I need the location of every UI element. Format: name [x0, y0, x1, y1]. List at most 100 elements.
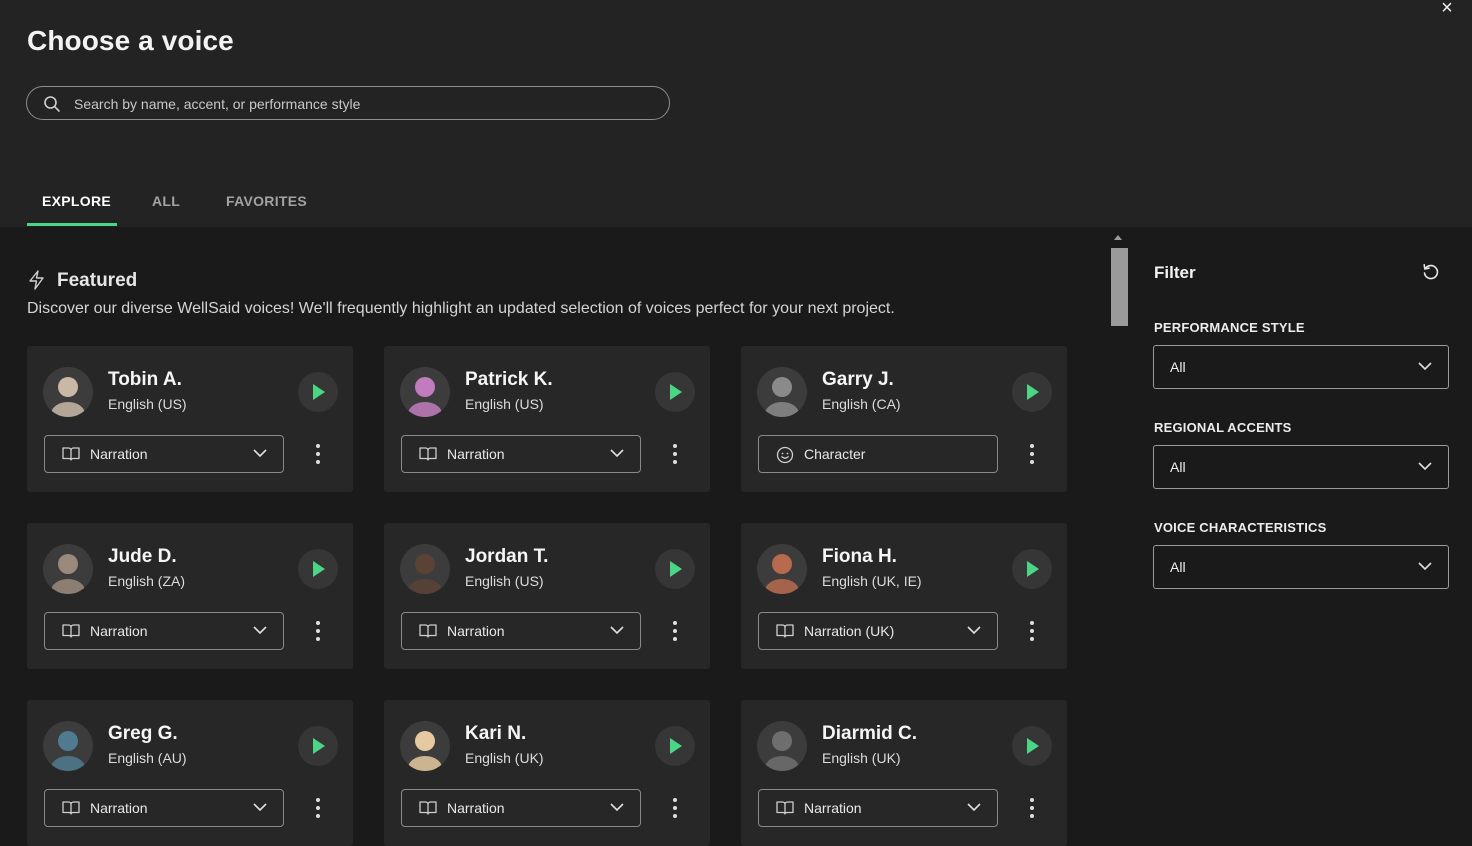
book-icon	[419, 624, 437, 638]
search-input[interactable]	[72, 93, 656, 115]
chevron-down-icon	[253, 449, 267, 458]
play-button[interactable]	[298, 726, 338, 766]
more-options-icon[interactable]	[1023, 796, 1041, 820]
play-button[interactable]	[655, 726, 695, 766]
avatar	[757, 544, 807, 594]
performance-style-dropdown[interactable]: Narration	[44, 435, 284, 473]
performance-style-dropdown[interactable]: Narration	[401, 612, 641, 650]
voice-accent: English (US)	[465, 396, 544, 412]
voice-card[interactable]: Fiona H. English (UK, IE) Narration (UK)	[741, 523, 1067, 669]
more-options-icon[interactable]	[1023, 442, 1041, 466]
performance-style-label: Narration	[804, 800, 862, 816]
more-options-icon[interactable]	[666, 442, 684, 466]
filter-label-performance-style: PERFORMANCE STYLE	[1154, 320, 1305, 335]
play-icon	[1027, 384, 1039, 400]
voice-card[interactable]: Kari N. English (UK) Narration	[384, 700, 710, 846]
search-box[interactable]	[26, 86, 670, 120]
voice-name: Tobin A.	[108, 369, 182, 390]
avatar	[757, 367, 807, 417]
play-icon	[1027, 561, 1039, 577]
voice-card[interactable]: Garry J. English (CA) Character	[741, 346, 1067, 492]
play-button[interactable]	[298, 372, 338, 412]
voice-card[interactable]: Greg G. English (AU) Narration	[27, 700, 353, 846]
play-button[interactable]	[1012, 372, 1052, 412]
more-options-icon[interactable]	[309, 619, 327, 643]
filter-title: Filter	[1154, 263, 1196, 282]
performance-style-select[interactable]: All	[1153, 345, 1449, 389]
avatar	[43, 367, 93, 417]
section-description: Discover our diverse WellSaid voices! We…	[27, 300, 895, 317]
play-button[interactable]	[655, 549, 695, 589]
voice-accent: English (US)	[465, 573, 544, 589]
performance-style-dropdown[interactable]: Narration	[44, 612, 284, 650]
dialog-title: Choose a voice	[27, 25, 234, 56]
chevron-down-icon	[967, 626, 981, 635]
avatar	[757, 721, 807, 771]
play-button[interactable]	[298, 549, 338, 589]
voice-name: Garry J.	[822, 369, 894, 390]
close-button[interactable]: ×	[1436, 0, 1458, 18]
play-icon	[670, 384, 682, 400]
voice-card[interactable]: Diarmid C. English (UK) Narration	[741, 700, 1067, 846]
performance-style-dropdown[interactable]: Narration	[401, 435, 641, 473]
performance-style-dropdown[interactable]: Narration (UK)	[758, 612, 998, 650]
more-options-icon[interactable]	[309, 796, 327, 820]
reset-icon[interactable]	[1421, 262, 1441, 282]
more-options-icon[interactable]	[1023, 619, 1041, 643]
voice-card[interactable]: Tobin A. English (US) Narration	[27, 346, 353, 492]
lightning-icon	[29, 270, 44, 290]
performance-style-label: Narration	[90, 446, 148, 462]
chevron-down-icon	[253, 626, 267, 635]
performance-style-label: Narration	[90, 623, 148, 639]
play-icon	[670, 738, 682, 754]
play-button[interactable]	[1012, 726, 1052, 766]
performance-style-label: Narration (UK)	[804, 623, 895, 639]
chevron-down-icon	[610, 449, 624, 458]
book-icon	[776, 801, 794, 815]
voice-accent: English (US)	[108, 396, 187, 412]
performance-style-label: Narration	[447, 446, 505, 462]
performance-style-label: Narration	[447, 623, 505, 639]
performance-style-dropdown[interactable]: Narration	[401, 789, 641, 827]
select-value: All	[1170, 459, 1186, 475]
play-button[interactable]	[1012, 549, 1052, 589]
active-tab-indicator	[27, 223, 117, 226]
more-options-icon[interactable]	[666, 619, 684, 643]
voice-accent: English (UK)	[465, 750, 544, 766]
voice-characteristics-select[interactable]: All	[1153, 545, 1449, 589]
book-icon	[776, 624, 794, 638]
voice-accent: English (UK, IE)	[822, 573, 922, 589]
scroll-up-arrow-icon[interactable]	[1114, 235, 1122, 240]
book-icon	[62, 801, 80, 815]
play-icon	[313, 738, 325, 754]
more-options-icon[interactable]	[309, 442, 327, 466]
voice-name: Greg G.	[108, 723, 178, 744]
performance-style-label: Narration	[90, 800, 148, 816]
performance-style-dropdown[interactable]: Narration	[758, 789, 998, 827]
play-button[interactable]	[655, 372, 695, 412]
avatar	[43, 544, 93, 594]
voice-name: Jordan T.	[465, 546, 549, 567]
book-icon	[62, 447, 80, 461]
voice-card[interactable]: Jude D. English (ZA) Narration	[27, 523, 353, 669]
play-icon	[670, 561, 682, 577]
tab-all[interactable]: ALL	[152, 193, 180, 209]
regional-accents-select[interactable]: All	[1153, 445, 1449, 489]
performance-style-dropdown[interactable]: Character	[758, 435, 998, 473]
voice-name: Fiona H.	[822, 546, 897, 567]
voice-card[interactable]: Jordan T. English (US) Narration	[384, 523, 710, 669]
voice-accent: English (CA)	[822, 396, 901, 412]
select-value: All	[1170, 559, 1186, 575]
performance-style-dropdown[interactable]: Narration	[44, 789, 284, 827]
more-options-icon[interactable]	[666, 796, 684, 820]
voice-name: Diarmid C.	[822, 723, 918, 744]
book-icon	[62, 624, 80, 638]
section-title: Featured	[57, 270, 138, 291]
tab-favorites[interactable]: FAVORITES	[226, 193, 307, 209]
tab-explore[interactable]: EXPLORE	[42, 193, 111, 209]
select-value: All	[1170, 359, 1186, 375]
play-icon	[313, 561, 325, 577]
voice-card[interactable]: Patrick K. English (US) Narration	[384, 346, 710, 492]
scrollbar-thumb[interactable]	[1111, 248, 1128, 326]
play-icon	[313, 384, 325, 400]
